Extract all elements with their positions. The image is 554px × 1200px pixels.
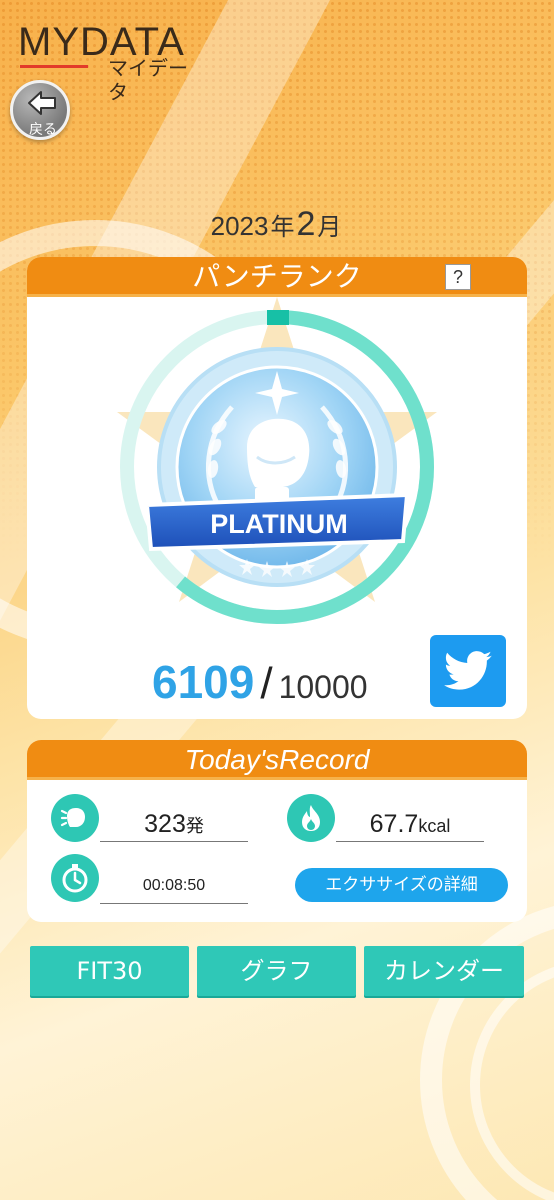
score-max: 10000 (278, 669, 368, 705)
stopwatch-icon (51, 854, 99, 902)
page-title: MYDATA マイデータ (18, 20, 203, 104)
arrow-left-icon (28, 91, 56, 115)
back-button[interactable]: 戻る (10, 80, 70, 140)
decor-ring (470, 960, 554, 1200)
punch-count-icon (51, 794, 99, 842)
score-separator: / (260, 659, 273, 708)
title-subtitle: マイデータ (108, 56, 188, 104)
twitter-share-button[interactable] (430, 635, 506, 707)
calendar-button[interactable]: カレンダー (364, 946, 524, 996)
calories-unit: kcal (418, 816, 451, 836)
back-label: 戻る (29, 122, 57, 138)
punch-count-value: 323発 (100, 806, 248, 842)
calories-number: 67.7 (369, 810, 419, 838)
today-record-title: Today'sRecord (184, 744, 370, 775)
twitter-icon (444, 651, 492, 690)
rank-medal: PLATINUM (117, 297, 437, 624)
rank-score: 6109/10000 (152, 655, 368, 709)
exercise-time-value: 00:08:50 (100, 868, 248, 904)
progress-marker (267, 310, 289, 325)
punch-count-number: 323 (144, 810, 186, 838)
today-record-header: Today'sRecord (27, 740, 527, 780)
calories-value: 67.7kcal (336, 806, 484, 842)
punch-rank-title: パンチランク (192, 260, 362, 293)
punch-rank-card: パンチランク ? PLATINUM 6109 / 10000 (27, 257, 527, 719)
graph-button[interactable]: グラフ (197, 946, 356, 996)
exercise-details-button[interactable]: エクササイズの詳細 (295, 868, 508, 902)
month-unit: 月 (317, 214, 342, 241)
rank-badge-text: PLATINUM (210, 509, 347, 539)
fit30-button[interactable]: FIT30 (30, 946, 189, 996)
year: 2023 (210, 211, 269, 241)
punch-rank-header: パンチランク ? (27, 257, 527, 297)
title-underline (20, 65, 88, 68)
help-button[interactable]: ? (445, 264, 471, 290)
today-record-card: Today'sRecord 323発 67.7kcal 00:08:50 エクサ… (27, 740, 527, 922)
period-label: 2023年2月 (0, 205, 554, 244)
flame-icon (287, 794, 335, 842)
month: 2 (296, 205, 316, 243)
year-unit: 年 (270, 214, 295, 241)
punch-count-unit: 発 (185, 816, 204, 836)
decor-ring (420, 900, 554, 1200)
score-current: 6109 (152, 656, 255, 708)
